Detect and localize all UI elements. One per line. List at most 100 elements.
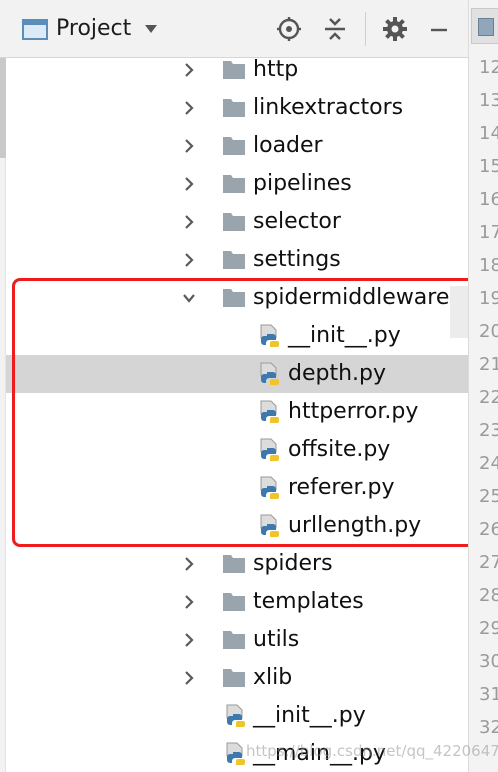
chevron-right-icon[interactable] (182, 215, 196, 229)
line-number: 28 (479, 585, 498, 606)
line-number: 21 (479, 354, 498, 375)
line-number: 16 (479, 189, 498, 210)
folder-icon (223, 631, 245, 649)
tree-folder-row[interactable]: pipelines (6, 165, 468, 203)
chevron-right-icon[interactable] (182, 253, 196, 267)
folder-icon (223, 289, 245, 307)
tree-file-row[interactable]: urllength.py (6, 507, 468, 545)
tree-item-label: depth.py (288, 361, 387, 386)
chevron-right-icon[interactable] (182, 671, 196, 685)
line-number: 19 (479, 288, 498, 309)
tree-folder-row[interactable]: spidermiddlewares (6, 279, 468, 317)
line-number: 22 (479, 387, 498, 408)
chevron-down-icon[interactable] (182, 291, 196, 305)
tree-item-label: spidermiddlewares (253, 285, 461, 310)
chevron-right-icon[interactable] (182, 595, 196, 609)
line-number: 24 (479, 453, 498, 474)
tree-folder-row[interactable]: templates (6, 583, 468, 621)
line-number: 32 (479, 717, 498, 738)
tree-file-row[interactable]: offsite.py (6, 431, 468, 469)
line-number: 31 (479, 684, 498, 705)
line-number: 23 (479, 420, 498, 441)
line-number: 14 (479, 123, 498, 144)
tree-item-label: selector (253, 209, 341, 234)
watermark: https://blog.csdn.net/qq_42206477 (246, 742, 498, 760)
chevron-right-icon[interactable] (182, 101, 196, 115)
chevron-right-icon[interactable] (182, 63, 196, 77)
tree-item-label: linkextractors (253, 95, 404, 120)
chevron-right-icon[interactable] (182, 557, 196, 571)
python-file-icon (260, 514, 279, 537)
tree-folder-row[interactable]: selector (6, 203, 468, 241)
tree-item-label: __init__.py (288, 323, 401, 348)
python-file-icon (260, 476, 279, 499)
line-number: 17 (479, 222, 498, 243)
folder-icon (223, 669, 245, 687)
python-file-icon (260, 362, 279, 385)
folder-icon (223, 251, 245, 269)
chevron-right-icon[interactable] (182, 177, 196, 191)
tree-item-label: __init__.py (253, 703, 366, 728)
folder-icon (223, 213, 245, 231)
chevron-right-icon[interactable] (182, 139, 196, 153)
gear-icon[interactable] (382, 16, 408, 42)
editor-tab[interactable] (471, 8, 498, 44)
tree-folder-row[interactable]: http (6, 51, 468, 89)
minimize-icon[interactable] (426, 16, 452, 42)
python-file-icon (260, 438, 279, 461)
tree-item-label: xlib (253, 665, 293, 690)
folder-icon (22, 19, 48, 40)
line-number: 12 (479, 57, 498, 78)
tree-item-label: offsite.py (288, 437, 391, 462)
tree-item-label: templates (253, 589, 364, 614)
folder-icon (223, 175, 245, 193)
tree-folder-row[interactable]: xlib (6, 659, 468, 697)
caret-down-icon[interactable] (144, 24, 158, 34)
tree-folder-row[interactable]: spiders (6, 545, 468, 583)
collapse-icon[interactable] (322, 16, 348, 42)
tree-folder-row[interactable]: linkextractors (6, 89, 468, 127)
toolbar-separator (365, 12, 366, 46)
tree-item-label: pipelines (253, 171, 352, 196)
line-number: 30 (479, 651, 498, 672)
tree-file-row[interactable]: __init__.py (6, 697, 468, 735)
tree-folder-row[interactable]: loader (6, 127, 468, 165)
tree-item-label: spiders (253, 551, 333, 576)
tree-folder-row[interactable]: utils (6, 621, 468, 659)
line-number: 27 (479, 552, 498, 573)
horizontal-scroll-indicator[interactable] (450, 286, 468, 338)
crosshair-icon[interactable] (276, 16, 302, 42)
project-toolbar: Project (0, 0, 468, 58)
project-title[interactable]: Project (56, 14, 131, 44)
folder-icon (223, 593, 245, 611)
line-number: 26 (479, 519, 498, 540)
tree-file-row[interactable]: __init__.py (6, 317, 468, 355)
tree-item-label: httperror.py (288, 399, 419, 424)
python-file-icon (260, 324, 279, 347)
python-file-icon (260, 400, 279, 423)
chevron-right-icon[interactable] (182, 633, 196, 647)
editor-gutter: 12 13 14 15 16 17 18 19 20 21 22 23 24 25 26 27 28 29 30 31… (468, 0, 498, 772)
tree-item-label: utils (253, 627, 300, 652)
tree-folder-row[interactable]: settings (6, 241, 468, 279)
line-number: 20 (479, 321, 498, 342)
folder-icon (223, 555, 245, 573)
line-number: 13 (479, 90, 498, 111)
tree-item-label: referer.py (288, 475, 395, 500)
line-number: 18 (479, 255, 498, 276)
folder-icon (223, 99, 245, 117)
tree-item-label: http (253, 57, 299, 82)
tree-file-row[interactable]: depth.py (6, 355, 468, 393)
tree-file-row[interactable]: referer.py (6, 469, 468, 507)
line-number: 25 (479, 486, 498, 507)
tree-item-label: urllength.py (288, 513, 422, 538)
file-icon (478, 18, 494, 36)
tree-item-label: loader (253, 133, 323, 158)
tree-file-row[interactable]: httperror.py (6, 393, 468, 431)
line-number: 29 (479, 618, 498, 639)
line-number: 15 (479, 156, 498, 177)
python-file-icon (226, 704, 245, 727)
python-file-icon (226, 742, 245, 765)
tree-item-label: settings (253, 247, 341, 272)
folder-icon (223, 137, 245, 155)
